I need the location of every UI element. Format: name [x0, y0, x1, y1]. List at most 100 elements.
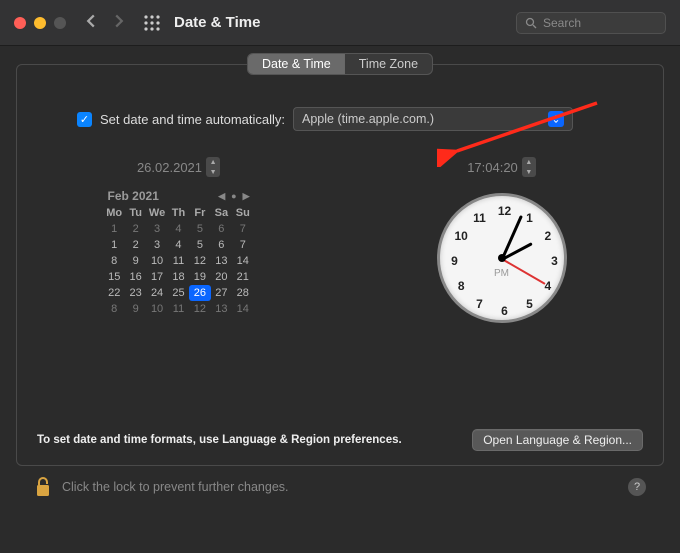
clock-numeral: 2	[544, 229, 551, 243]
cal-day[interactable]: 5	[189, 237, 210, 253]
cal-day-other[interactable]: 7	[232, 221, 253, 237]
tab-date-time[interactable]: Date & Time	[248, 54, 345, 74]
time-field[interactable]: 17:04:20 ▲▼	[467, 157, 536, 177]
show-all-icon[interactable]	[144, 15, 160, 31]
clock-pivot	[498, 254, 506, 262]
clock-numeral: 6	[501, 304, 508, 318]
window-controls	[14, 17, 66, 29]
auto-checkbox[interactable]: ✓	[77, 112, 92, 127]
cal-day-other[interactable]: 2	[125, 221, 146, 237]
titlebar: Date & Time Search	[0, 0, 680, 46]
help-button[interactable]: ?	[628, 478, 646, 496]
cal-prev-icon[interactable]: ◀	[218, 191, 225, 202]
time-server-value: Apple (time.apple.com.)	[302, 112, 434, 126]
clock-numeral: 3	[551, 254, 558, 268]
chevron-down-icon	[548, 111, 564, 127]
tab-group: Date & Time Time Zone	[247, 53, 433, 75]
cal-day[interactable]: 28	[232, 285, 253, 301]
cal-day[interactable]: 18	[168, 269, 189, 285]
clock-numeral: 10	[455, 229, 468, 243]
clock-numeral: 12	[498, 204, 511, 218]
cal-day-other[interactable]: 3	[146, 221, 167, 237]
cal-day[interactable]: 13	[211, 253, 232, 269]
cal-day[interactable]: 10	[146, 253, 167, 269]
close-icon[interactable]	[14, 17, 26, 29]
cal-day-other[interactable]: 8	[104, 301, 125, 317]
minimize-icon[interactable]	[34, 17, 46, 29]
cal-day[interactable]: 6	[211, 237, 232, 253]
cal-day-other[interactable]: 12	[189, 301, 210, 317]
cal-day[interactable]: 25	[168, 285, 189, 301]
clock-numeral: 8	[458, 279, 465, 293]
cal-dow: Su	[232, 205, 253, 221]
cal-day[interactable]: 16	[125, 269, 146, 285]
cal-day[interactable]: 27	[211, 285, 232, 301]
calendar: Feb 2021 ◀ ● ▶ MoTuWeThFrSaSu12345671234…	[104, 187, 254, 317]
cal-day[interactable]: 15	[104, 269, 125, 285]
cal-day[interactable]: 7	[232, 237, 253, 253]
cal-day[interactable]: 8	[104, 253, 125, 269]
cal-dow: Tu	[125, 205, 146, 221]
nav-buttons	[84, 14, 126, 31]
cal-day-other[interactable]: 4	[168, 221, 189, 237]
date-stepper[interactable]: ▲▼	[206, 157, 220, 177]
cal-dow: Th	[168, 205, 189, 221]
cal-day[interactable]: 17	[146, 269, 167, 285]
analog-clock: PM 121234567891011	[437, 193, 567, 323]
forward-button[interactable]	[112, 14, 126, 31]
cal-day-other[interactable]: 14	[232, 301, 253, 317]
window-title: Date & Time	[174, 14, 260, 31]
clock-numeral: 5	[526, 297, 533, 311]
date-field[interactable]: 26.02.2021 ▲▼	[137, 157, 220, 177]
cal-day[interactable]: 19	[189, 269, 210, 285]
clock-numeral: 11	[473, 211, 486, 225]
clock-numeral: 1	[526, 211, 533, 225]
cal-day[interactable]: 20	[211, 269, 232, 285]
cal-day-other[interactable]: 6	[211, 221, 232, 237]
search-input[interactable]: Search	[516, 12, 666, 34]
back-button[interactable]	[84, 14, 98, 31]
cal-day-other[interactable]: 13	[211, 301, 232, 317]
formats-hint: To set date and time formats, use Langua…	[37, 434, 402, 446]
cal-dow: Mo	[104, 205, 125, 221]
clock-numeral: 7	[476, 297, 483, 311]
cal-day[interactable]: 23	[125, 285, 146, 301]
cal-day[interactable]: 11	[168, 253, 189, 269]
cal-dow: Sa	[211, 205, 232, 221]
auto-label: Set date and time automatically:	[100, 112, 285, 127]
cal-day-other[interactable]: 1	[104, 221, 125, 237]
cal-day-other[interactable]: 10	[146, 301, 167, 317]
open-language-region-button[interactable]: Open Language & Region...	[472, 429, 643, 451]
cal-day[interactable]: 14	[232, 253, 253, 269]
cal-day[interactable]: 26	[189, 285, 210, 301]
calendar-month: Feb 2021	[108, 189, 159, 203]
cal-day-other[interactable]: 5	[189, 221, 210, 237]
datetime-panel: Date & Time Time Zone ✓ Set date and tim…	[16, 64, 664, 466]
cal-day[interactable]: 24	[146, 285, 167, 301]
clock-numeral: 9	[451, 254, 458, 268]
lock-hint: Click the lock to prevent further change…	[62, 480, 289, 494]
cal-day[interactable]: 12	[189, 253, 210, 269]
cal-day[interactable]: 1	[104, 237, 125, 253]
search-placeholder: Search	[543, 16, 581, 30]
search-icon	[525, 17, 537, 29]
cal-next-icon[interactable]: ▶	[243, 191, 250, 202]
cal-dow: We	[146, 205, 167, 221]
tab-time-zone[interactable]: Time Zone	[345, 54, 432, 74]
cal-day[interactable]: 2	[125, 237, 146, 253]
cal-day-other[interactable]: 9	[125, 301, 146, 317]
cal-today-icon[interactable]: ●	[231, 191, 236, 202]
ampm-label: PM	[494, 268, 509, 279]
cal-day-other[interactable]: 11	[168, 301, 189, 317]
cal-day[interactable]: 9	[125, 253, 146, 269]
time-server-dropdown[interactable]: Apple (time.apple.com.)	[293, 107, 573, 131]
time-stepper[interactable]: ▲▼	[522, 157, 536, 177]
cal-day[interactable]: 21	[232, 269, 253, 285]
lock-icon[interactable]	[34, 476, 52, 498]
zoom-icon[interactable]	[54, 17, 66, 29]
cal-day[interactable]: 22	[104, 285, 125, 301]
cal-day[interactable]: 3	[146, 237, 167, 253]
cal-day[interactable]: 4	[168, 237, 189, 253]
clock-numeral: 4	[544, 279, 551, 293]
cal-dow: Fr	[189, 205, 210, 221]
